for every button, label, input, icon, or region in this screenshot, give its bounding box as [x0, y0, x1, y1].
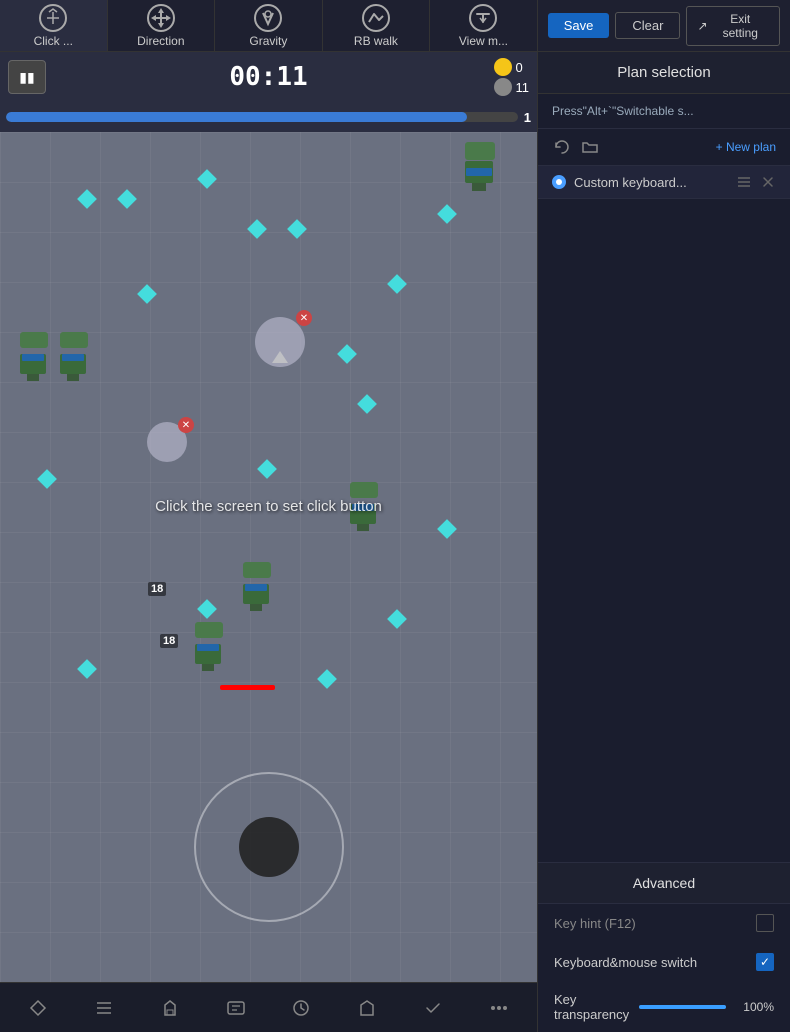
new-plan-button[interactable]: + New plan	[716, 140, 776, 154]
score-area: 0 11	[494, 58, 530, 96]
header-buttons: Save Clear ↗ Exit setting	[538, 0, 790, 51]
main-content: ▮▮ 00:11 0 11 1	[0, 52, 790, 1032]
transparency-slider[interactable]	[639, 1005, 726, 1009]
plan-selection-header: Plan selection	[538, 52, 790, 94]
kb-mouse-checkbox[interactable]: ✓	[756, 953, 774, 971]
coin-score: 0	[494, 58, 530, 76]
remove-button-2[interactable]: ✕	[178, 417, 194, 433]
damage-label: 18	[160, 634, 178, 648]
bottom-icon-1	[27, 997, 49, 1019]
key-hint-checkbox[interactable]	[756, 914, 774, 932]
spacer	[538, 199, 790, 862]
game-timer: 00:11	[229, 62, 307, 92]
key-hint-label: Key hint (F12)	[554, 916, 756, 931]
advanced-section: Advanced Key hint (F12) Keyboard&mouse s…	[538, 862, 790, 1032]
game-header: ▮▮ 00:11 0 11	[0, 52, 537, 102]
zombie-enemy	[195, 622, 223, 671]
game-area[interactable]: ▮▮ 00:11 0 11 1	[0, 52, 537, 1032]
bottom-item-7[interactable]	[406, 997, 461, 1019]
direction-icon	[146, 4, 176, 32]
save-button[interactable]: Save	[548, 13, 610, 38]
toolbar-rbwalk-label: RB walk	[354, 34, 398, 48]
clear-button[interactable]: Clear	[615, 12, 680, 39]
joystick-inner[interactable]	[239, 817, 299, 877]
joystick-outer[interactable]	[194, 772, 344, 922]
toolbar-item-viewmode[interactable]: View m...	[430, 0, 538, 51]
plan-close-icon[interactable]	[760, 174, 776, 190]
toolbar-viewmode-label: View m...	[459, 34, 508, 48]
slider-fill	[639, 1005, 726, 1009]
bottom-icon-2	[93, 997, 115, 1019]
game-world[interactable]: 18 18 Click the screen to set click butt…	[0, 132, 537, 982]
damage-label: 18	[148, 582, 166, 596]
gem-score: 11	[494, 78, 530, 96]
progress-fill	[6, 112, 467, 122]
bottom-item-6[interactable]	[340, 997, 395, 1019]
coin-icon	[494, 58, 512, 76]
toolbar-direction-label: Direction	[137, 34, 184, 48]
advanced-header: Advanced	[538, 863, 790, 904]
rb-walk-icon	[361, 4, 391, 32]
exit-icon: ↗	[697, 19, 707, 33]
cursor-icon	[38, 4, 68, 32]
bottom-icon-7	[422, 997, 444, 1019]
refresh-icon[interactable]	[552, 137, 572, 157]
bottom-item-3[interactable]	[142, 997, 197, 1019]
right-panel: Plan selection Press"Alt+`"Switchable s.…	[537, 52, 790, 1032]
game-bottom-toolbar	[0, 982, 537, 1032]
toolbar-click-label: Click ...	[34, 34, 73, 48]
progress-bar-area: 1	[0, 102, 537, 132]
bottom-icon-6	[356, 997, 378, 1019]
transparency-row: Key transparency 100%	[538, 982, 790, 1032]
zombie-enemy	[465, 142, 495, 191]
plan-name: Custom keyboard...	[574, 175, 728, 190]
gravity-icon	[253, 4, 283, 32]
transparency-label: Key transparency	[554, 992, 629, 1022]
toolbar-item-direction[interactable]: Direction	[108, 0, 216, 51]
remove-button-1[interactable]: ✕	[296, 310, 312, 326]
health-bar	[220, 685, 275, 690]
shortcut-row: Press"Alt+`"Switchable s...	[538, 94, 790, 129]
zombie-enemy	[243, 562, 271, 611]
progress-number: 1	[524, 110, 531, 125]
kb-mouse-row: Keyboard&mouse switch ✓	[538, 943, 790, 982]
view-mode-icon	[468, 4, 498, 32]
bottom-icon-3	[159, 997, 181, 1019]
plan-item[interactable]: Custom keyboard...	[538, 166, 790, 199]
progress-track	[6, 112, 518, 122]
shortcut-text: Press"Alt+`"Switchable s...	[552, 104, 694, 118]
top-toolbar: Click ... Direction Gravity	[0, 0, 790, 52]
key-hint-row: Key hint (F12)	[538, 904, 790, 943]
up-arrow-icon	[272, 351, 288, 363]
panel-title: Plan selection	[554, 64, 774, 81]
plan-actions: + New plan	[538, 129, 790, 166]
folder-icon[interactable]	[580, 137, 600, 157]
bottom-item-4[interactable]	[208, 997, 263, 1019]
kb-mouse-label: Keyboard&mouse switch	[554, 955, 756, 970]
bottom-item-2[interactable]	[76, 997, 131, 1019]
bottom-icon-4	[225, 997, 247, 1019]
plan-menu-icon[interactable]	[736, 174, 752, 190]
bottom-icon-5	[290, 997, 312, 1019]
plan-radio[interactable]	[552, 175, 566, 189]
pause-button[interactable]: ▮▮	[8, 60, 46, 94]
click-instruction: Click the screen to set click button	[155, 498, 382, 515]
toolbar-item-gravity[interactable]: Gravity	[215, 0, 323, 51]
bottom-item-1[interactable]	[10, 997, 65, 1019]
exit-setting-button[interactable]: ↗ Exit setting	[686, 6, 780, 46]
toolbar-item-rbwalk[interactable]: RB walk	[323, 0, 431, 51]
more-icon	[488, 997, 510, 1019]
zombie-enemy	[60, 332, 88, 381]
transparency-value: 100%	[736, 1000, 774, 1014]
toolbar-item-click[interactable]: Click ...	[0, 0, 108, 51]
advanced-title: Advanced	[554, 875, 774, 891]
bottom-item-more[interactable]	[472, 997, 527, 1019]
zombie-enemy	[20, 332, 48, 381]
bottom-item-5[interactable]	[274, 997, 329, 1019]
action-button-1[interactable]	[255, 317, 305, 367]
gem-icon	[494, 78, 512, 96]
toolbar-gravity-label: Gravity	[249, 34, 287, 48]
